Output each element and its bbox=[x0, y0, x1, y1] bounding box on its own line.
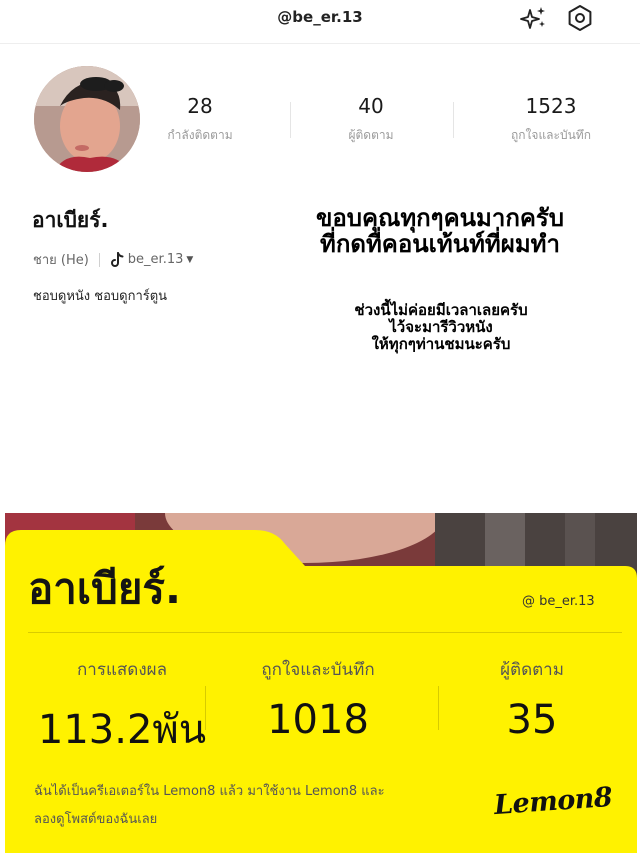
stat-followers[interactable]: 40 ผู้ติดตาม bbox=[311, 94, 431, 145]
card-divider bbox=[28, 632, 622, 633]
card-stat-value: 35 bbox=[506, 697, 558, 743]
note-line: ให้ทุกๆท่านชมนะครับ bbox=[371, 335, 511, 353]
stat-following-label: กำลังติดตาม bbox=[167, 128, 233, 142]
sparkle-icon[interactable] bbox=[518, 4, 548, 32]
display-name: อาเบียร์. bbox=[32, 208, 109, 232]
stat-likes-saves-value: 1523 bbox=[525, 94, 577, 118]
bio-text: ชอบดูหนัง ชอบดูการ์ตูน bbox=[33, 289, 168, 304]
stat-followers-label: ผู้ติดตาม bbox=[348, 128, 394, 142]
note-line: ไว้จะมารีวิวหนัง bbox=[389, 318, 493, 336]
tiktok-icon bbox=[110, 251, 124, 267]
profile-subline: ชาย (He) be_er.13 ▼ bbox=[33, 249, 193, 270]
promo-text: ฉันได้เป็นครีเอเตอร์ใน Lemon8 แล้ว มาใช้… bbox=[34, 778, 474, 834]
settings-icon[interactable] bbox=[566, 4, 594, 32]
card-stat-label: การแสดงผล bbox=[76, 660, 168, 680]
card-stat-impressions: การแสดงผล 113.2พัน bbox=[22, 656, 222, 761]
promo-line: ฉันได้เป็นครีเอเตอร์ใน Lemon8 แล้ว มาใช้… bbox=[34, 784, 385, 799]
top-bar: @be_er.13 bbox=[0, 0, 640, 44]
card-stat-value: 1018 bbox=[267, 697, 369, 743]
thanks-message: ขอบคุณทุกๆคนมากครับ ที่กดที่คอนเท้นท์ที่… bbox=[270, 205, 610, 257]
card-stat-label: ถูกใจและบันทึก bbox=[261, 660, 375, 680]
card-stat-divider bbox=[205, 686, 206, 730]
tiktok-handle-link[interactable]: be_er.13 bbox=[128, 252, 184, 267]
card-stat-value: 113.2พัน bbox=[37, 707, 207, 753]
thanks-line: ที่กดที่คอนเท้นท์ที่ผมทำ bbox=[320, 229, 560, 258]
gender-label: ชาย (He) bbox=[33, 253, 89, 268]
card-display-name: อาเบียร์. bbox=[28, 564, 181, 613]
note-message: ช่วงนี้ไม่ค่อยมีเวลาเลยครับ ไว้จะมารีวิว… bbox=[276, 302, 606, 353]
stat-divider bbox=[290, 102, 291, 138]
stat-followers-value: 40 bbox=[358, 94, 384, 118]
promo-line: ลองดูโพสต์ของฉันเลย bbox=[34, 812, 158, 827]
stat-likes-saves-label: ถูกใจและบันทึก bbox=[511, 128, 591, 142]
card-stat-likes-saves: ถูกใจและบันทึก 1018 bbox=[218, 656, 418, 743]
thanks-line: ขอบคุณทุกๆคนมากครับ bbox=[315, 203, 565, 232]
note-line: ช่วงนี้ไม่ค่อยมีเวลาเลยครับ bbox=[354, 301, 528, 319]
stat-divider bbox=[453, 102, 454, 138]
stat-following[interactable]: 28 กำลังติดตาม bbox=[140, 94, 260, 145]
card-stat-label: ผู้ติดตาม bbox=[500, 660, 564, 680]
stat-likes-saves[interactable]: 1523 ถูกใจและบันทึก bbox=[491, 94, 611, 145]
caret-down-icon[interactable]: ▼ bbox=[186, 255, 193, 265]
subline-divider bbox=[98, 252, 100, 267]
card-handle: @ be_er.13 bbox=[522, 594, 595, 609]
avatar[interactable] bbox=[34, 66, 140, 172]
avatar-photo bbox=[34, 66, 140, 172]
card-stat-followers: ผู้ติดตาม 35 bbox=[432, 656, 632, 743]
stat-following-value: 28 bbox=[187, 94, 213, 118]
